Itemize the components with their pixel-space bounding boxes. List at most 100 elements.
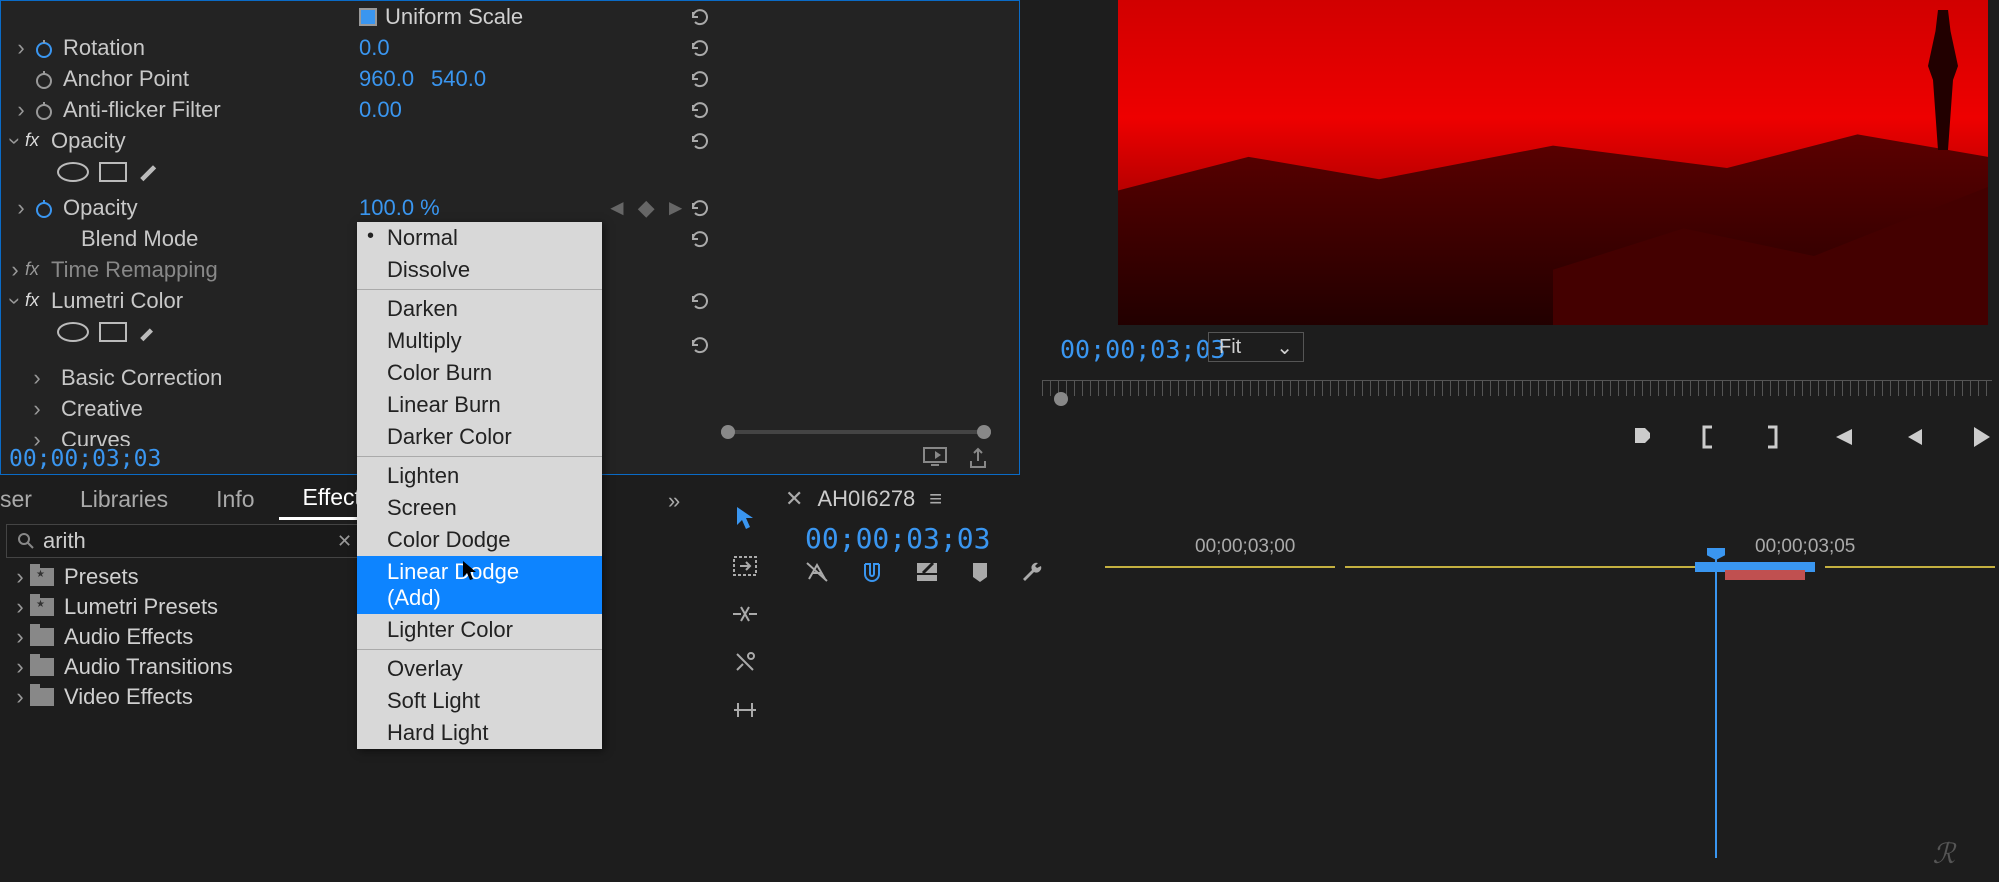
rectangle-mask-icon[interactable] [99,322,127,342]
reset-icon[interactable] [686,331,714,359]
effects-folder[interactable]: ›Audio Transitions [0,652,360,682]
timeline-timecode[interactable]: 00;00;03;03 [805,522,990,555]
anchor-y-value[interactable]: 540.0 [431,66,486,92]
tab-browser[interactable]: ser [0,480,56,519]
program-timecode[interactable]: 00;00;03;03 [1060,335,1226,364]
sequence-name[interactable]: AH0I6278 [817,486,915,512]
track-segment[interactable] [1345,566,1695,568]
disclosure-open-icon[interactable]: › [2,291,28,311]
blend-mode-option[interactable]: Color Dodge [357,524,602,556]
mark-in-icon[interactable] [1632,425,1652,449]
track-segment[interactable] [1105,566,1335,568]
ellipse-mask-icon[interactable] [57,322,89,342]
rectangle-mask-icon[interactable] [99,162,127,182]
clear-icon[interactable]: ✕ [331,531,358,552]
zoom-handle-left[interactable] [721,425,735,439]
blend-mode-option[interactable]: Dissolve [357,254,602,286]
blend-mode-option[interactable]: Darken [357,293,602,325]
reset-icon[interactable] [686,194,714,222]
ellipse-mask-icon[interactable] [57,162,89,182]
track-select-tool-icon[interactable] [729,550,761,582]
wrench-icon[interactable] [1021,560,1045,584]
blend-mode-option[interactable]: Lighter Color [357,614,602,646]
anti-flicker-value[interactable]: 0.00 [359,97,402,123]
tabs-overflow-icon[interactable]: » [668,488,700,514]
mark-out-bracket-icon[interactable] [1764,425,1780,449]
next-keyframe-icon[interactable]: ► [665,195,687,221]
ripple-edit-tool-icon[interactable] [729,598,761,630]
stopwatch-icon[interactable] [31,68,57,90]
screen-icon[interactable] [923,447,947,469]
blend-mode-option[interactable]: Soft Light [357,685,602,717]
timeline-tracks[interactable]: 00;00;03;00 00;00;03;05 [1105,528,1995,878]
reset-icon[interactable] [686,96,714,124]
reset-icon[interactable] [686,225,714,253]
anchor-x-value[interactable]: 960.0 [359,66,414,92]
blend-mode-option[interactable]: Lighten [357,460,602,492]
disclosure-icon[interactable]: › [27,365,47,391]
disclosure-icon[interactable]: › [5,257,25,283]
add-keyframe-icon[interactable]: ◆ [638,195,655,221]
blend-mode-option[interactable]: Darker Color [357,421,602,453]
slip-tool-icon[interactable] [729,694,761,726]
add-marker-icon[interactable] [971,561,989,583]
disclosure-icon[interactable]: › [10,564,30,590]
fx-icon[interactable]: fx [25,290,45,311]
export-icon[interactable] [967,447,989,469]
blend-mode-option[interactable]: Screen [357,492,602,524]
zoom-handle-right[interactable] [977,425,991,439]
snap-magnet-icon[interactable] [861,561,883,583]
uniform-scale-checkbox[interactable] [359,8,377,26]
disclosure-icon[interactable]: › [27,427,47,447]
reset-icon[interactable] [686,65,714,93]
disclosure-icon[interactable]: › [11,35,31,61]
disclosure-icon[interactable]: › [27,396,47,422]
disclosure-icon[interactable]: › [10,624,30,650]
effects-folder[interactable]: ›Audio Effects [0,622,360,652]
panel-menu-icon[interactable]: ≡ [929,486,942,512]
playhead[interactable] [1715,558,1717,858]
reset-icon[interactable] [686,127,714,155]
selection-tool-icon[interactable] [729,502,761,534]
track-segment[interactable] [1825,566,1995,568]
opacity-value[interactable]: 100.0 % [359,195,440,221]
reset-icon[interactable] [686,34,714,62]
blend-mode-option[interactable]: Normal [357,222,602,254]
prev-keyframe-icon[interactable]: ◄ [606,195,628,221]
go-to-in-icon[interactable] [1828,427,1854,447]
disclosure-icon[interactable]: › [10,654,30,680]
pen-mask-icon[interactable] [137,322,161,346]
blend-mode-option[interactable]: Overlay [357,653,602,685]
clip[interactable] [1725,570,1805,580]
blend-mode-option[interactable]: Linear Dodge (Add) [357,556,602,614]
rotation-value[interactable]: 0.0 [359,35,390,61]
effects-folder[interactable]: ›Video Effects [0,682,360,712]
blend-mode-option[interactable]: Linear Burn [357,389,602,421]
tab-info[interactable]: Info [192,480,278,519]
tab-libraries[interactable]: Libraries [56,480,192,519]
step-back-icon[interactable] [1902,427,1924,447]
playhead-handle[interactable] [1054,392,1068,406]
linked-selection-icon[interactable] [915,561,939,583]
panel-timecode[interactable]: 00;00;03;03 [9,446,161,472]
disclosure-icon[interactable]: › [11,195,31,221]
disclosure-icon[interactable]: › [11,97,31,123]
stopwatch-icon[interactable] [31,197,57,219]
fx-icon[interactable]: fx [25,259,45,280]
fx-icon[interactable]: fx [25,130,45,151]
disclosure-icon[interactable]: › [10,684,30,710]
disclosure-open-icon[interactable]: › [2,131,28,151]
zoom-slider[interactable] [721,426,991,438]
disclosure-icon[interactable]: › [10,594,30,620]
reset-icon[interactable] [686,3,714,31]
search-input[interactable] [43,528,331,554]
blend-mode-option[interactable]: Multiply [357,325,602,357]
program-scrubber[interactable] [1042,380,1992,410]
play-icon[interactable] [1972,425,1992,449]
stopwatch-icon[interactable] [31,99,57,121]
stopwatch-icon[interactable] [31,37,57,59]
blend-mode-option[interactable]: Color Burn [357,357,602,389]
reset-icon[interactable] [686,287,714,315]
blend-mode-option[interactable]: Hard Light [357,717,602,749]
effects-folder[interactable]: ›Lumetri Presets [0,592,360,622]
